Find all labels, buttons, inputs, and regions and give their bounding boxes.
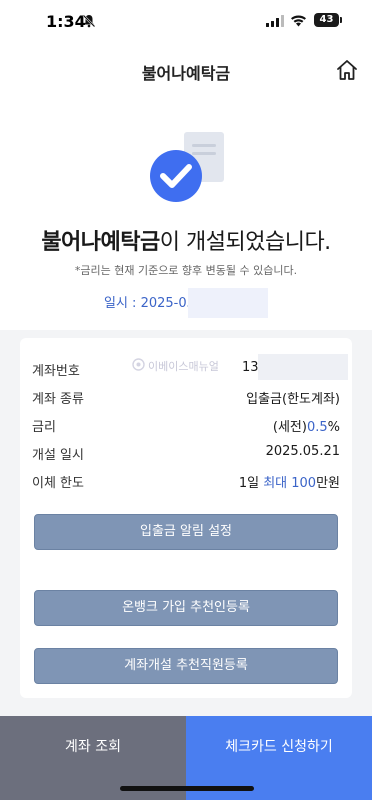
detail-row-interest-rate: 금리 (세전)0.5% [32, 414, 340, 435]
bell-muted-icon [82, 14, 96, 28]
limit-prefix: 1일 [238, 476, 264, 491]
detail-value: 입출금(한도계좌) [246, 392, 340, 407]
battery-icon: 43 [314, 13, 339, 27]
account-referral-button[interactable]: 계좌개설 추천직원등록 [34, 648, 338, 684]
cellular-signal-icon [266, 15, 284, 27]
home-icon[interactable] [335, 58, 359, 82]
success-message: 이 개설되었습니다. [159, 230, 331, 255]
wifi-icon [291, 15, 306, 27]
check-document-icon [150, 132, 224, 202]
rate-suffix: % [327, 420, 340, 435]
detail-label: 계좌번호 [32, 364, 80, 379]
open-datetime: 일시 : 2025-05 [104, 296, 195, 311]
detail-value: (세전)0.5% [273, 416, 340, 435]
home-indicator [120, 786, 254, 791]
detail-label: 개설 일시 [32, 448, 84, 463]
detail-label: 계좌 종류 [32, 392, 84, 407]
rate-number: 0.5 [306, 420, 328, 435]
rate-prefix: (세전) [272, 420, 307, 435]
success-title: 불어나예탁금이 개설되었습니다. [0, 224, 372, 256]
app-header: 불어나예탁금 [0, 44, 372, 96]
detail-value: 2025.05.21 [265, 444, 340, 459]
redaction-mask [258, 354, 348, 380]
account-details-card: 이베이스매뉴얼 계좌번호 13 계좌 종류 입출금(한도계좌) 금리 (세전)0… [20, 338, 352, 698]
detail-row-account-type: 계좌 종류 입출금(한도계좌) [32, 386, 340, 407]
redaction-mask [188, 288, 268, 318]
detail-label: 이체 한도 [32, 476, 84, 491]
onbank-referral-button[interactable]: 온뱅크 가입 추천인등록 [34, 590, 338, 626]
rate-notice: *금리는 현재 기준으로 향후 변동될 수 있습니다. [74, 264, 298, 277]
alert-setting-button[interactable]: 입출금 알림 설정 [34, 514, 338, 550]
detail-row-open-date: 개설 일시 2025.05.21 [32, 442, 340, 463]
detail-value: 1일 최대 100만원 [239, 472, 340, 491]
status-time: 1:34 [46, 12, 86, 31]
account-number-value: 13 [242, 360, 259, 375]
status-bar: 1:34 43 [0, 0, 372, 44]
success-section: 불어나예탁금이 개설되었습니다. *금리는 현재 기준으로 향후 변동될 수 있… [0, 96, 372, 330]
detail-row-transfer-limit: 이체 한도 1일 최대 100만원 [32, 470, 340, 491]
page-title: 불어나예탁금 [141, 64, 231, 83]
detail-label: 금리 [32, 420, 56, 435]
product-name: 불어나예탁금 [41, 230, 160, 255]
battery-tip [340, 17, 342, 23]
limit-suffix: 만원 [316, 476, 340, 491]
limit-amount: 최대 100 [263, 476, 317, 491]
